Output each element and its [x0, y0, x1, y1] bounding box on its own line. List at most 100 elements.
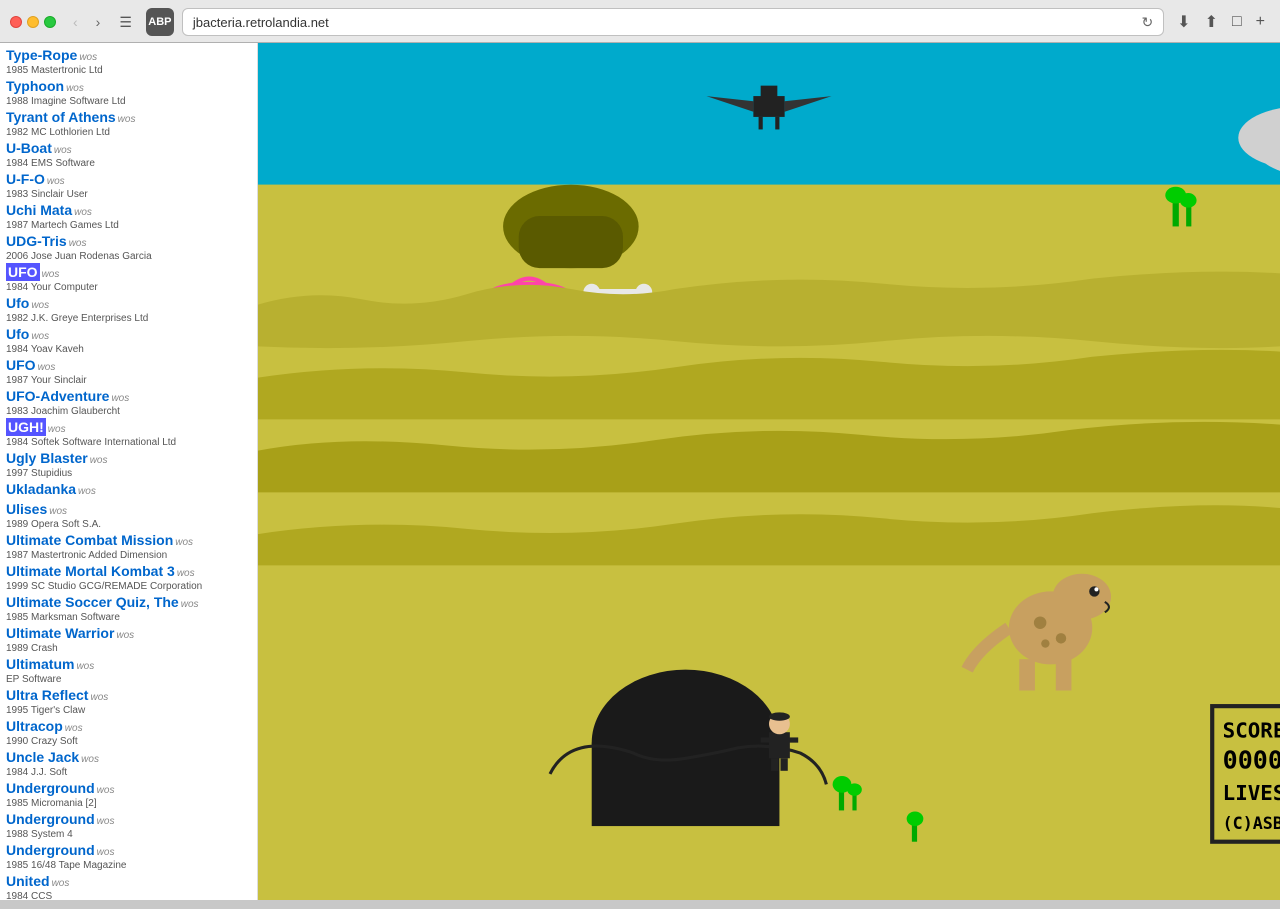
game-title-link[interactable]: Ulises: [6, 501, 47, 517]
game-title-link[interactable]: Ufo: [6, 295, 29, 311]
list-item: Uncle Jackwos1984 J.J. Soft: [6, 749, 251, 778]
wos-badge: wos: [177, 568, 195, 579]
wos-badge: wos: [38, 362, 56, 373]
browser-toolbar: ‹ › ☰ ABP jbacteria.retrolandia.net ↻ ⬇ …: [0, 0, 1280, 43]
game-title-link[interactable]: UFO-Adventure: [6, 388, 109, 404]
forward-button[interactable]: ›: [91, 12, 106, 32]
game-title-link[interactable]: Ufo: [6, 326, 29, 342]
wos-badge: wos: [42, 269, 60, 280]
game-meta: 1995 Tiger's Claw: [6, 705, 251, 716]
game-meta: 1985 Marksman Software: [6, 612, 251, 623]
wos-badge: wos: [48, 424, 66, 435]
new-tab-button[interactable]: +: [1251, 11, 1270, 33]
list-item: Ufowos1984 Yoav Kaveh: [6, 326, 251, 355]
game-meta: 1982 J.K. Greye Enterprises Ltd: [6, 313, 251, 324]
game-title-link[interactable]: UFO: [6, 357, 36, 373]
game-title-link[interactable]: Underground: [6, 842, 95, 858]
wos-badge: wos: [65, 723, 83, 734]
game-meta: 1987 Mastertronic Added Dimension: [6, 550, 251, 561]
game-title-link[interactable]: Ultimate Combat Mission: [6, 532, 173, 548]
game-meta: 1982 MC Lothlorien Ltd: [6, 127, 251, 138]
share-button[interactable]: ⬆: [1200, 10, 1223, 34]
list-item: Undergroundwos1988 System 4: [6, 811, 251, 840]
game-meta: 1983 Sinclair User: [6, 189, 251, 200]
list-item: Ultimate Combat Missionwos1987 Mastertro…: [6, 532, 251, 561]
toolbar-right: ⬇ ⬆ □ +: [1172, 10, 1270, 34]
list-item: UGH!wos 1984 Softek Software Internationa…: [6, 419, 251, 448]
wos-badge: wos: [76, 661, 94, 672]
game-title-link[interactable]: United: [6, 873, 50, 889]
game-title-link[interactable]: Ultimate Mortal Kombat 3: [6, 563, 175, 579]
game-meta: 1987 Martech Games Ltd: [6, 220, 251, 231]
game-meta: 1984 Yoav Kaveh: [6, 344, 251, 355]
wos-badge: wos: [49, 506, 67, 517]
game-meta: 1985 Mastertronic Ltd: [6, 65, 251, 76]
game-meta: 1984 J.J. Soft: [6, 767, 251, 778]
game-title-link[interactable]: Ultimate Soccer Quiz, The: [6, 594, 179, 610]
wos-badge: wos: [74, 207, 92, 218]
svg-text:(C)ASB 1984: (C)ASB 1984: [1223, 814, 1280, 833]
wos-badge: wos: [54, 145, 72, 156]
wos-badge: wos: [97, 847, 115, 858]
list-item: U-Boatwos1984 EMS Software: [6, 140, 251, 169]
game-screenshot-area: REX SCORE ···· 0000300 LIVES II (C)ASB 1…: [258, 43, 1280, 900]
list-item: Ufowos 1982 J.K. Greye Enterprises Ltd: [6, 295, 251, 324]
svg-text:SCORE: SCORE: [1223, 718, 1280, 742]
game-meta: 1984 Softek Software International Ltd: [6, 437, 251, 448]
list-item: Uchi Matawos 1987 Martech Games Ltd: [6, 202, 251, 231]
game-title-link[interactable]: Ultracop: [6, 718, 63, 734]
game-title-link[interactable]: Underground: [6, 811, 95, 827]
game-title-link[interactable]: Typhoon: [6, 78, 64, 94]
wos-badge: wos: [90, 455, 108, 466]
list-item: Ugly Blasterwos1997 Stupidius: [6, 450, 251, 479]
list-item: UFOwos1984 Your Computer: [6, 264, 251, 293]
list-item: Typhoonwos1988 Imagine Software Ltd: [6, 78, 251, 107]
traffic-lights: [10, 16, 56, 28]
url-text: jbacteria.retrolandia.net: [193, 15, 329, 30]
close-button[interactable]: [10, 16, 22, 28]
list-item: Uliseswos 1989 Opera Soft S.A.: [6, 501, 251, 530]
game-title-link[interactable]: UFO: [6, 263, 40, 281]
list-item: Tyrant of Athenswos1982 MC Lothlorien Lt…: [6, 109, 251, 138]
wos-badge: wos: [97, 785, 115, 796]
url-bar[interactable]: jbacteria.retrolandia.net ↻: [182, 8, 1164, 36]
game-meta: 1999 SC Studio GCG/REMADE Corporation: [6, 581, 251, 592]
game-title-link[interactable]: Ukladanka: [6, 481, 76, 497]
reading-list-button[interactable]: ☰: [113, 12, 138, 33]
content-area: Type-Rope wos 1985 Mastertronic Ltd Typhoon…: [0, 43, 1280, 900]
wos-badge: wos: [111, 393, 129, 404]
game-title-link[interactable]: Uncle Jack: [6, 749, 79, 765]
adblock-button[interactable]: ABP: [146, 8, 174, 36]
list-item: UFOwos1987 Your Sinclair: [6, 357, 251, 386]
download-button[interactable]: ⬇: [1172, 10, 1195, 34]
game-list-sidebar[interactable]: Type-Rope wos 1985 Mastertronic Ltd Typhoon…: [0, 43, 258, 900]
game-title-link[interactable]: UDG-Tris: [6, 233, 67, 249]
wos-badge: wos: [31, 300, 49, 311]
fullscreen-button[interactable]: [44, 16, 56, 28]
game-meta: 2006 Jose Juan Rodenas Garcia: [6, 251, 251, 262]
wos-badge: wos: [69, 238, 87, 249]
game-title-link[interactable]: Tyrant of Athens: [6, 109, 116, 125]
game-title-link[interactable]: Ugly Blaster: [6, 450, 88, 466]
list-item: Ultimate Soccer Quiz, Thewos1985 Marksma…: [6, 594, 251, 623]
list-item: Unitedwos1984 CCS: [6, 873, 251, 900]
game-title-link[interactable]: Ultimate Warrior: [6, 625, 114, 641]
game-title-link[interactable]: Underground: [6, 780, 95, 796]
list-item: UFO-Adventurewos1983 Joachim Glaubercht: [6, 388, 251, 417]
game-title-link[interactable]: Type-Rope: [6, 47, 77, 63]
list-item: U-F-Owos1983 Sinclair User: [6, 171, 251, 200]
game-meta: 1989 Opera Soft S.A.: [6, 519, 251, 530]
game-title-link[interactable]: Ultimatum: [6, 656, 74, 672]
game-title-link[interactable]: U-Boat: [6, 140, 52, 156]
game-title-link[interactable]: U-F-O: [6, 171, 45, 187]
list-item: Ultimate Mortal Kombat 3wos 1999 SC Studi…: [6, 563, 251, 592]
game-title-link[interactable]: Ultra Reflect: [6, 687, 88, 703]
sidebar-toggle-button[interactable]: □: [1227, 11, 1247, 33]
list-item: Ultimate Warriorwos1989 Crash: [6, 625, 251, 654]
game-title-link[interactable]: Uchi Mata: [6, 202, 72, 218]
back-button[interactable]: ‹: [68, 12, 83, 32]
game-title-link[interactable]: UGH!: [6, 418, 46, 436]
minimize-button[interactable]: [27, 16, 39, 28]
reload-button[interactable]: ↻: [1141, 14, 1153, 31]
list-item: Undergroundwos1985 16/48 Tape Magazine: [6, 842, 251, 871]
